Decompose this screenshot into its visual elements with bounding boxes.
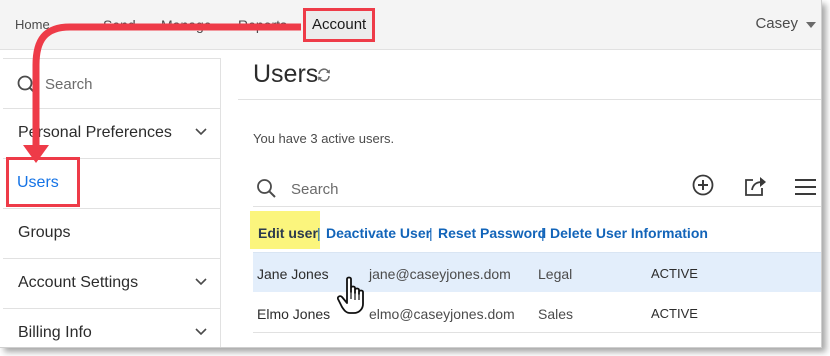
deactivate-user-link[interactable]: Deactivate User bbox=[326, 225, 431, 241]
user-status-cell: ACTIVE bbox=[651, 306, 698, 321]
divider bbox=[253, 206, 821, 207]
search-icon bbox=[257, 179, 276, 198]
separator: | bbox=[429, 225, 433, 241]
user-search-input[interactable]: Search bbox=[291, 181, 339, 198]
sidebar-item-label: Billing Info bbox=[18, 324, 92, 341]
sidebar-item-personal-preferences[interactable]: Personal Preferences bbox=[3, 109, 221, 159]
sidebar-item-label: Account Settings bbox=[18, 274, 139, 291]
nav-home[interactable]: Home bbox=[15, 17, 50, 32]
hand-cursor-icon bbox=[337, 276, 364, 314]
caret-down-icon bbox=[806, 21, 816, 28]
user-group-cell: Sales bbox=[538, 306, 574, 322]
divider bbox=[238, 99, 821, 100]
separator: | bbox=[317, 225, 321, 241]
sidebar-item-groups[interactable]: Groups bbox=[3, 209, 221, 259]
user-actions-bar: Edit user | Deactivate User | Reset Pass… bbox=[250, 211, 821, 249]
user-name-cell: Elmo Jones bbox=[257, 306, 331, 322]
user-group-cell: Legal bbox=[538, 266, 573, 282]
sidebar-item-billing-info[interactable]: Billing Info bbox=[3, 309, 221, 347]
sidebar-item-users-label[interactable]: Users bbox=[17, 174, 59, 192]
user-status-cell: ACTIVE bbox=[651, 266, 698, 281]
sidebar-item-label: Groups bbox=[18, 224, 71, 241]
nav-send[interactable]: Send bbox=[103, 17, 136, 33]
page-title: Users bbox=[253, 60, 319, 88]
nav-account[interactable]: Account bbox=[312, 16, 366, 33]
chevron-down-icon bbox=[195, 128, 207, 136]
share-icon[interactable] bbox=[744, 175, 768, 197]
search-icon bbox=[17, 75, 36, 94]
user-name-cell: Jane Jones bbox=[257, 266, 329, 282]
nav-manage[interactable]: Manage bbox=[161, 17, 212, 33]
top-nav: Home Send Manage Reports Account Casey bbox=[0, 0, 821, 50]
reset-password-link[interactable]: Reset Password bbox=[438, 225, 546, 241]
add-circle-icon[interactable] bbox=[692, 174, 714, 196]
user-menu[interactable]: Casey bbox=[755, 15, 816, 32]
sidebar-search[interactable]: Search bbox=[3, 59, 221, 109]
user-email-cell: jane@caseyjones.dom bbox=[369, 266, 511, 282]
sidebar-item-account-settings[interactable]: Account Settings bbox=[3, 259, 221, 309]
chevron-down-icon bbox=[195, 278, 207, 286]
menu-icon[interactable] bbox=[795, 179, 816, 195]
separator: | bbox=[541, 225, 545, 241]
chevron-down-icon bbox=[195, 328, 207, 336]
app-window: Home Send Manage Reports Account Casey S… bbox=[0, 0, 822, 348]
nav-reports[interactable]: Reports bbox=[238, 17, 287, 33]
user-email-cell: elmo@caseyjones.dom bbox=[369, 306, 515, 322]
user-name: Casey bbox=[755, 15, 798, 32]
edit-user-link[interactable]: Edit user bbox=[258, 225, 318, 241]
sidebar-search-label: Search bbox=[45, 76, 93, 93]
sidebar-item-label: Personal Preferences bbox=[18, 124, 172, 141]
delete-user-information-link[interactable]: Delete User Information bbox=[550, 225, 708, 241]
active-users-summary: You have 3 active users. bbox=[253, 131, 395, 146]
refresh-icon[interactable] bbox=[316, 67, 332, 83]
